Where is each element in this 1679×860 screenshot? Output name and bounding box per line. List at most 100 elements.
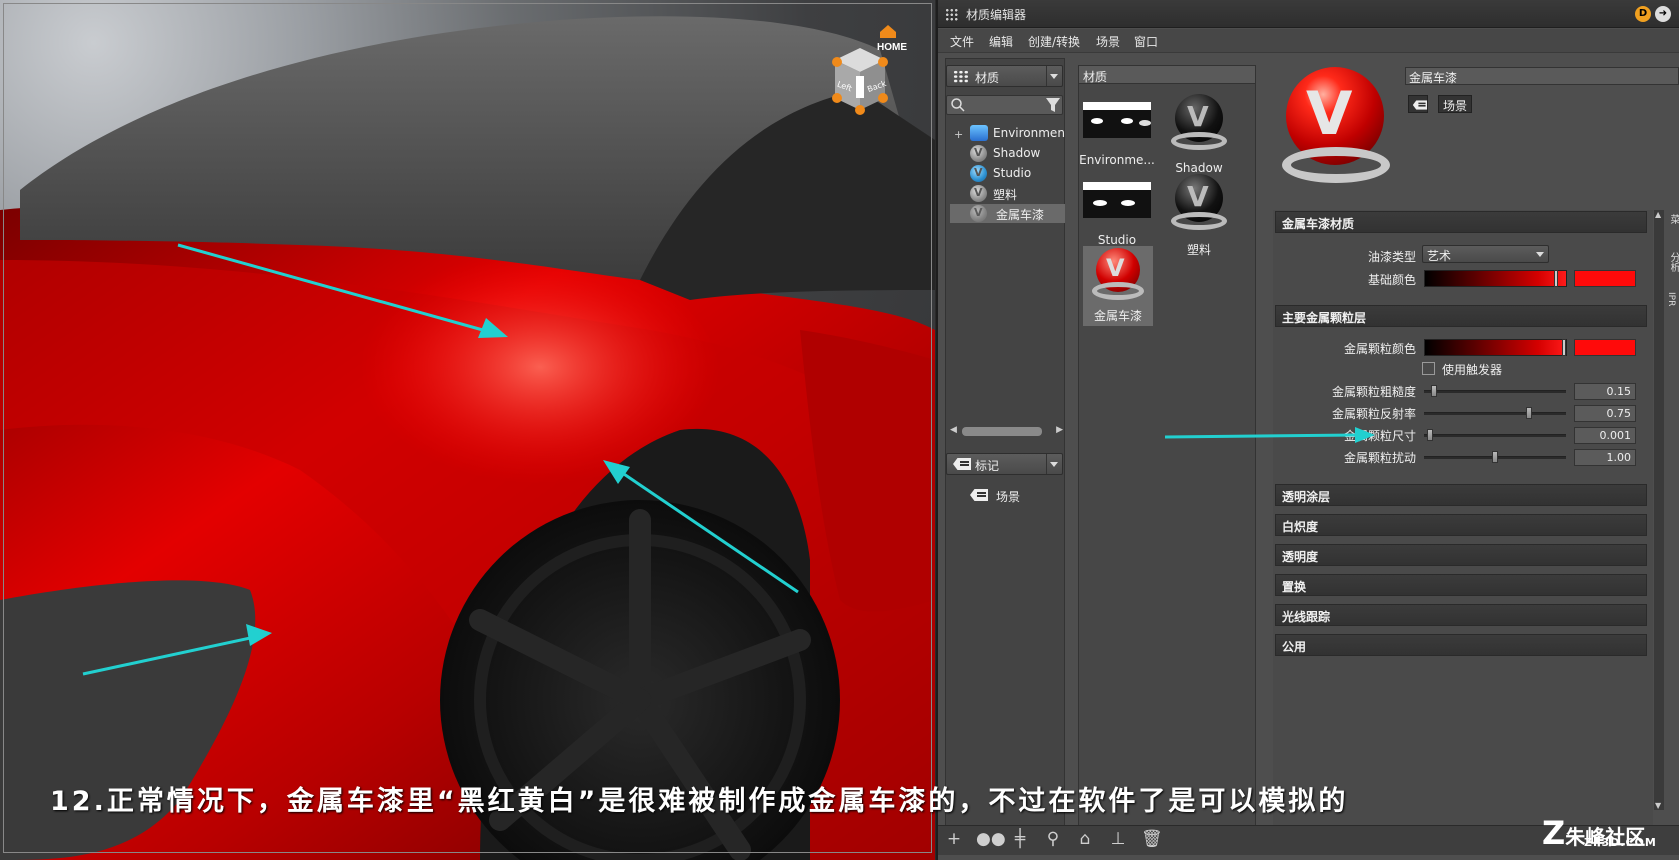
- scroll-up-icon[interactable]: ▲: [1655, 210, 1661, 219]
- slider-knob[interactable]: [1492, 451, 1498, 463]
- materials-panel-title: 材质: [1083, 70, 1108, 84]
- tag-icon: [970, 489, 988, 501]
- scroll-left-icon[interactable]: ◀: [950, 425, 957, 435]
- slider-track[interactable]: [1424, 412, 1566, 415]
- select-by-material-icon[interactable]: ⚲: [1043, 829, 1063, 849]
- thumb-environment[interactable]: Environme...: [1078, 100, 1156, 167]
- base-color-gradient[interactable]: [1424, 270, 1567, 287]
- duplicate-icon[interactable]: ●●: [976, 829, 1006, 849]
- scroll-down-icon[interactable]: ▼: [1655, 801, 1661, 810]
- material-ball-icon: [970, 145, 987, 162]
- viewport-3d[interactable]: HOME Left Back: [0, 0, 935, 860]
- delete-icon[interactable]: 🗑: [1141, 829, 1163, 849]
- menu-window[interactable]: 窗口: [1134, 33, 1158, 50]
- side-tab-1[interactable]: 分析: [1666, 252, 1679, 272]
- material-ball-icon: [970, 185, 987, 202]
- side-tab-0[interactable]: 菜: [1666, 214, 1679, 224]
- library-hscroll[interactable]: ◀ ▶: [950, 424, 1063, 438]
- slider-label: 金属颗粒扰动: [1343, 451, 1416, 465]
- slider-value-input[interactable]: 1.00: [1574, 449, 1636, 466]
- tree-item-shadow[interactable]: Shadow: [970, 144, 1065, 163]
- section-common[interactable]: 公用: [1275, 634, 1647, 656]
- properties-scrollbar[interactable]: ▲ ▼: [1654, 210, 1664, 810]
- slider-knob[interactable]: [1526, 407, 1532, 419]
- material-preview[interactable]: V: [1280, 65, 1395, 195]
- library-search-input[interactable]: [946, 95, 1063, 115]
- thumb-metallic-paint[interactable]: V 金属车漆: [1083, 246, 1153, 326]
- editor-title: 材质编辑器: [966, 8, 1027, 22]
- navcube-home-label[interactable]: HOME: [877, 42, 907, 53]
- preview-v-logo: V: [1306, 79, 1353, 149]
- clean-icon[interactable]: ⊥: [1108, 829, 1128, 849]
- navcube-icon: [832, 25, 896, 115]
- chevron-down-icon: [1536, 252, 1544, 257]
- section-metallic-paint[interactable]: 金属车漆材质: [1275, 211, 1647, 233]
- library-combo-label: 材质: [975, 71, 1000, 85]
- paint-type-label: 油漆类型: [1367, 250, 1416, 264]
- tree-item-studio[interactable]: Studio: [970, 164, 1065, 183]
- section-main-flakes[interactable]: 主要金属颗粒层: [1275, 305, 1647, 327]
- thumb-shadow[interactable]: V Shadow: [1160, 92, 1238, 175]
- slider-knob[interactable]: [1431, 385, 1437, 397]
- car-render: [0, 16, 935, 860]
- add-icon[interactable]: +: [944, 829, 964, 849]
- menu-scene[interactable]: 场景: [1096, 33, 1120, 50]
- base-color-label: 基础颜色: [1367, 273, 1416, 287]
- base-color-swatch[interactable]: [1574, 270, 1636, 287]
- assign-icon[interactable]: ╪: [1010, 829, 1030, 849]
- slider-knob[interactable]: [1427, 429, 1433, 441]
- thumb-plastic[interactable]: V 塑料: [1160, 172, 1238, 258]
- section-raytracing[interactable]: 光线跟踪: [1275, 604, 1647, 626]
- section-clear-coat[interactable]: 透明涂层: [1275, 484, 1647, 506]
- tree-item-environment[interactable]: Environmen: [970, 124, 1065, 143]
- editor-titlebar[interactable]: 材质编辑器 D ➜: [938, 0, 1679, 28]
- material-ball-icon: [970, 205, 987, 222]
- slider-value-input[interactable]: 0.001: [1574, 427, 1636, 444]
- tag-combo[interactable]: 标记: [946, 453, 1063, 475]
- watermark-sub: ZF3D.COM: [1584, 836, 1657, 849]
- flake-color-swatch[interactable]: [1574, 339, 1636, 356]
- tag-combo-arrowbox: [1046, 454, 1062, 474]
- section-displacement[interactable]: 置换: [1275, 574, 1647, 596]
- flake-color-gradient-knob[interactable]: [1562, 339, 1566, 356]
- preview-scene-button[interactable]: 场景: [1438, 95, 1472, 113]
- use-trigger-checkbox[interactable]: [1422, 362, 1435, 375]
- thumb-studio[interactable]: Studio: [1078, 180, 1156, 247]
- library-tree: + Environmen Shadow Studio 塑料 金属车漆: [950, 124, 1065, 224]
- menu-create-convert[interactable]: 创建/转换: [1028, 33, 1080, 50]
- filter-icon[interactable]: [1046, 98, 1060, 112]
- scroll-right-icon[interactable]: ▶: [1056, 425, 1063, 435]
- preview-ring: [1282, 147, 1390, 183]
- tree-expand-icon[interactable]: +: [954, 128, 963, 141]
- forward-icon[interactable]: ➜: [1655, 6, 1671, 22]
- material-name-field[interactable]: 金属车漆: [1405, 67, 1679, 85]
- tag-add-icon[interactable]: ⌂: [1075, 829, 1095, 849]
- side-tab-2[interactable]: IPR: [1666, 292, 1676, 306]
- library-combo[interactable]: 材质: [946, 65, 1063, 87]
- paint-type-select[interactable]: 艺术: [1422, 245, 1549, 263]
- plastic-ball-icon: V: [1165, 172, 1233, 240]
- preview-tag-button[interactable]: [1408, 95, 1428, 113]
- shadow-ball-icon: V: [1165, 92, 1233, 160]
- scroll-thumb[interactable]: [962, 427, 1042, 436]
- tutorial-caption: 12.正常情况下，金属车漆里“黑红黄白”是很难被制作成金属车漆的，不过在软件了是…: [50, 786, 1349, 817]
- section-incandescence[interactable]: 白炽度: [1275, 514, 1647, 536]
- slider-track[interactable]: [1424, 434, 1566, 437]
- navcube[interactable]: HOME Left Back: [815, 20, 925, 120]
- slider-value-input[interactable]: 0.15: [1574, 383, 1636, 400]
- library-combo-arrowbox: [1046, 66, 1062, 86]
- watermark: Z朱峰社区 ZF3D.COM: [1542, 814, 1656, 852]
- tree-item-metallic-paint[interactable]: 金属车漆: [950, 204, 1065, 223]
- environment-icon: [970, 125, 988, 141]
- studio-icon: [970, 165, 987, 182]
- menu-edit[interactable]: 编辑: [989, 33, 1013, 50]
- menu-file[interactable]: 文件: [950, 33, 974, 50]
- slider-track[interactable]: [1424, 390, 1566, 393]
- slider-value-input[interactable]: 0.75: [1574, 405, 1636, 422]
- base-color-gradient-knob[interactable]: [1554, 270, 1558, 287]
- tree-item-plastic[interactable]: 塑料: [970, 184, 1065, 203]
- pin-icon[interactable]: D: [1635, 6, 1651, 22]
- flake-color-gradient[interactable]: [1424, 339, 1567, 356]
- section-transparency[interactable]: 透明度: [1275, 544, 1647, 566]
- tag-item-scene[interactable]: 场景: [970, 486, 1060, 505]
